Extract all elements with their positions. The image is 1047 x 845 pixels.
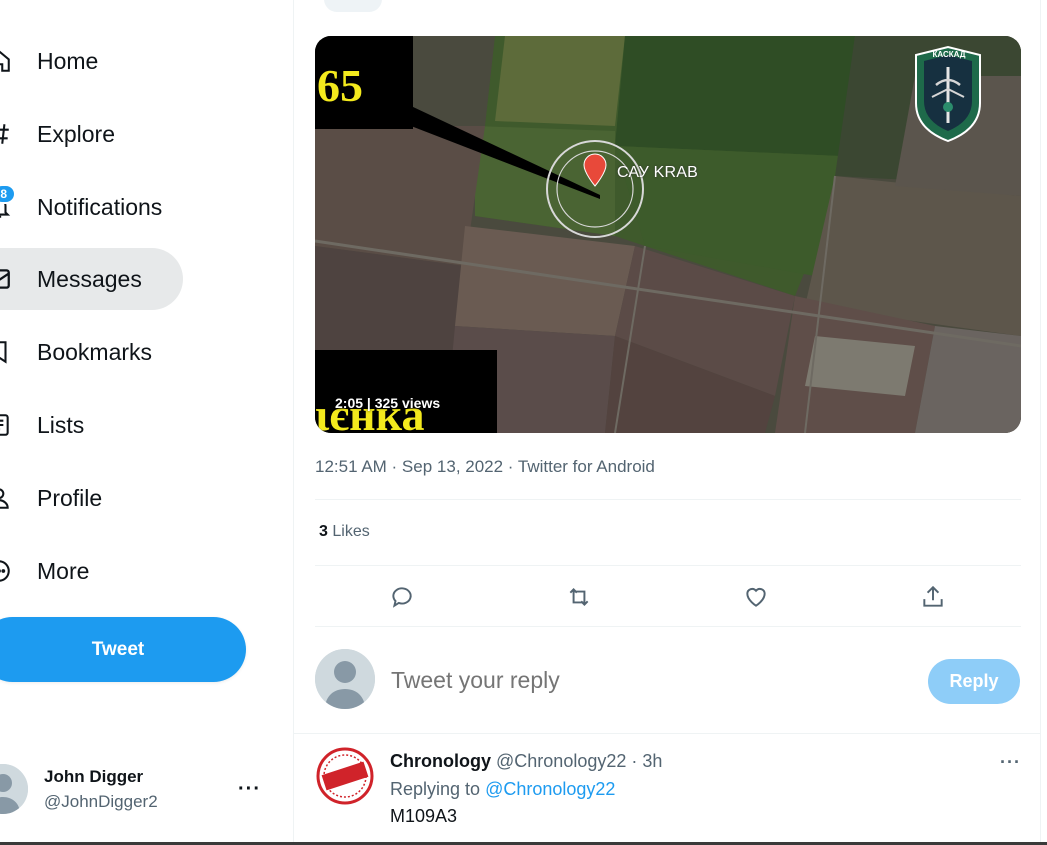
avatar[interactable] — [316, 747, 374, 805]
retweet-icon — [569, 588, 589, 606]
hashtag-icon — [0, 121, 12, 147]
replying-to: Replying to @Chronology22 — [390, 779, 615, 800]
divider — [315, 626, 1021, 627]
account-name: John Digger — [44, 767, 144, 786]
more-dots-icon[interactable]: ··· — [238, 778, 264, 800]
reply-action[interactable] — [385, 580, 419, 614]
nav-messages[interactable]: Messages — [0, 248, 183, 310]
nav-label: Home — [37, 47, 99, 74]
tweet-video[interactable]: 65 ιєнка САУ KRAB КАСКАД 2:05 | 325 view… — [315, 36, 1021, 433]
nav-label: Messages — [37, 265, 142, 292]
video-stats: 2:05 | 325 views — [335, 395, 440, 411]
envelope-icon — [0, 266, 12, 292]
reply-icon — [392, 587, 412, 608]
nav-label: Explore — [37, 120, 115, 147]
nav-label: Bookmarks — [37, 338, 153, 365]
map-marker-label: САУ KRAB — [617, 164, 698, 181]
share-icon — [923, 585, 943, 607]
share-action[interactable] — [916, 580, 950, 614]
sidebar: Home Explore 8 Notifications Messages Bo… — [0, 0, 293, 845]
avatar — [0, 764, 28, 814]
bookmark-icon — [0, 339, 12, 365]
shield-logo-icon — [915, 45, 981, 143]
like-icon — [746, 587, 766, 607]
likes-label: Likes — [332, 523, 370, 540]
avatar — [315, 649, 375, 709]
replying-to-link[interactable]: @Chronology22 — [485, 779, 615, 799]
reply-header: Chronology @Chronology22 · 3h — [390, 751, 662, 772]
video-views: 325 views — [374, 395, 441, 411]
account-switcher[interactable]: John Digger @JohnDigger2 ··· — [0, 750, 285, 828]
account-handle: @JohnDigger2 — [44, 792, 158, 811]
top-cropped-element — [324, 0, 382, 12]
separator-dot: · — [631, 751, 638, 771]
reply-tweet[interactable]: Chronology @Chronology22 · 3h Replying t… — [294, 733, 1040, 845]
tweet-button[interactable]: Tweet — [0, 617, 246, 682]
divider — [315, 499, 1021, 500]
logo-text: КАСКАД — [932, 50, 966, 59]
like-action[interactable] — [739, 580, 773, 614]
nav-label: Lists — [37, 411, 85, 438]
video-caption-box: ιєнка — [315, 350, 497, 433]
reply-text: M109A3 — [390, 806, 458, 826]
reply-button[interactable]: Reply — [928, 659, 1020, 704]
tweet-detail-column: 65 ιєнка САУ KRAB КАСКАД 2:05 | 325 view… — [293, 0, 1041, 845]
likes-count[interactable]: 3 Likes — [319, 523, 370, 541]
video-stats-separator: | — [366, 395, 375, 411]
video-number-overlay: 65 — [315, 36, 413, 129]
more-dots-icon[interactable]: ··· — [1000, 752, 1021, 773]
notification-badge: 8 — [0, 184, 16, 204]
nav-label: More — [37, 557, 90, 584]
reply-author-handle[interactable]: @Chronology22 — [496, 751, 626, 771]
tweet-timestamp[interactable]: 12:51 AM · Sep 13, 2022 · Twitter for An… — [315, 457, 655, 477]
nav-label: Notifications — [37, 193, 163, 220]
reply-input[interactable] — [391, 667, 791, 694]
reply-time[interactable]: 3h — [642, 751, 662, 771]
likes-number: 3 — [319, 523, 328, 540]
retweet-action[interactable] — [562, 580, 596, 614]
home-icon — [0, 48, 12, 74]
video-duration: 2:05 — [335, 395, 364, 411]
reply-author-name[interactable]: Chronology — [390, 751, 491, 771]
divider — [315, 565, 1021, 566]
more-circle-icon — [0, 558, 12, 584]
replying-prefix: Replying to — [390, 779, 481, 799]
fact-stamp-icon — [316, 747, 374, 805]
nav-label: Profile — [37, 484, 103, 511]
list-icon — [0, 412, 12, 438]
person-icon — [0, 485, 12, 511]
